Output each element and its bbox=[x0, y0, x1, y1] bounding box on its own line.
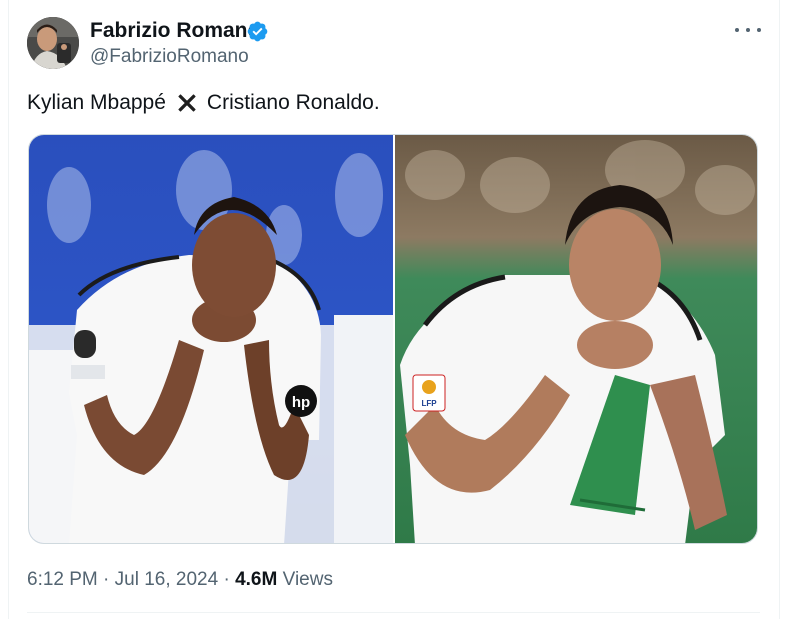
meta-separator: · bbox=[103, 569, 110, 590]
meta-separator: · bbox=[223, 569, 230, 590]
tweet-media: hp LFP bbox=[28, 134, 758, 544]
more-options-button[interactable] bbox=[735, 20, 761, 40]
tweet: Fabrizio Romano @FabrizioRomano Kylian M… bbox=[0, 0, 800, 619]
author-handle[interactable]: @FabrizioRomano bbox=[90, 46, 249, 68]
timeline-border-left bbox=[8, 0, 9, 619]
ronaldo-photo-image: LFP bbox=[395, 135, 757, 543]
timeline-border-right bbox=[779, 0, 780, 619]
mbappe-photo[interactable]: hp bbox=[29, 135, 393, 543]
author-name[interactable]: Fabrizio Romano bbox=[90, 18, 260, 44]
tweet-text-second: Cristiano Ronaldo. bbox=[206, 91, 380, 115]
views-count: 4.6M bbox=[235, 569, 278, 590]
more-dot-icon bbox=[746, 28, 750, 32]
svg-text:LFP: LFP bbox=[421, 399, 437, 408]
tweet-date[interactable]: Jul 16, 2024 bbox=[115, 569, 219, 590]
tweet-text: Kylian Mbappé Cristiano Ronaldo. bbox=[27, 90, 380, 116]
tweet-text-first: Kylian Mbappé bbox=[27, 91, 166, 115]
divider bbox=[27, 612, 760, 613]
more-dot-icon bbox=[735, 28, 739, 32]
tweet-meta: 6:12 PM · Jul 16, 2024 · 4.6M Views bbox=[27, 569, 333, 591]
more-dot-icon bbox=[757, 28, 761, 32]
cross-mark-emoji-icon bbox=[178, 94, 196, 113]
svg-text:hp: hp bbox=[292, 394, 310, 411]
tweet-time[interactable]: 6:12 PM bbox=[27, 569, 98, 590]
ronaldo-photo[interactable]: LFP bbox=[395, 135, 757, 543]
verified-badge-icon bbox=[247, 21, 268, 42]
mbappe-photo-image: hp bbox=[29, 135, 393, 543]
author-avatar[interactable] bbox=[27, 17, 79, 69]
avatar-image bbox=[27, 17, 79, 69]
views-label: Views bbox=[282, 569, 333, 590]
